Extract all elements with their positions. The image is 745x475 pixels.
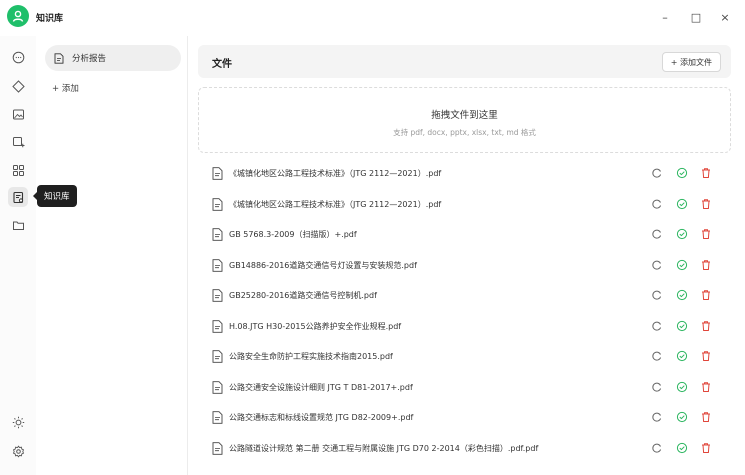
icon-rail — [0, 36, 36, 475]
file-row[interactable]: 公路安全生命防护工程实施技术指南2015.pdf — [198, 341, 731, 372]
refresh-icon[interactable] — [651, 442, 663, 454]
user-icon — [12, 10, 24, 22]
refresh-icon[interactable] — [651, 167, 663, 179]
knowledge-sidebar: 分析报告 + 添加 — [36, 36, 188, 475]
trash-icon[interactable] — [700, 259, 712, 271]
refresh-icon[interactable] — [651, 411, 663, 423]
file-name: 公路交通标志和标线设置规范 JTG D82-2009+.pdf — [229, 413, 414, 422]
kb-item-label: 分析报告 — [72, 54, 107, 64]
kb-item-analysis-report[interactable]: 分析报告 — [45, 45, 181, 71]
check-circle-icon[interactable] — [676, 350, 688, 362]
document-icon — [54, 52, 64, 64]
refresh-icon[interactable] — [651, 259, 663, 271]
file-icon — [212, 197, 223, 211]
file-icon — [212, 380, 223, 394]
dropzone-subtitle: 支持 pdf, docx, pptx, xlsx, txt, md 格式 — [393, 128, 536, 137]
image-icon[interactable] — [8, 104, 28, 124]
file-row[interactable]: 《城镇化地区公路工程技术标准》（JTG 2112—2021）.pdf — [198, 189, 731, 220]
check-circle-icon[interactable] — [676, 228, 688, 240]
app-logo — [7, 5, 29, 27]
file-icon — [212, 319, 223, 333]
trash-icon[interactable] — [700, 289, 712, 301]
file-name: 《城镇化地区公路工程技术标准》（JTG 2112—2021）.pdf — [229, 199, 442, 209]
file-name: H.08.JTG H30-2015公路养护安全作业规程.pdf — [229, 321, 402, 331]
maximize-button[interactable]: □ — [686, 8, 706, 26]
files-header: 文件 + 添加文件 — [198, 45, 731, 78]
file-icon — [212, 350, 223, 363]
refresh-icon[interactable] — [651, 350, 663, 362]
check-circle-icon[interactable] — [676, 381, 688, 393]
file-list: 《城镇化地区公路工程技术标准》（JTG 2112—2021）.pdf 《城镇化地区… — [198, 158, 731, 463]
sun-icon[interactable] — [8, 412, 28, 432]
check-circle-icon[interactable] — [676, 320, 688, 332]
file-row[interactable]: 公路交通标志和标线设置规范 JTG D82-2009+.pdf — [198, 402, 731, 433]
trash-icon[interactable] — [700, 228, 712, 240]
files-title: 文件 — [212, 59, 232, 70]
check-circle-icon[interactable] — [676, 411, 688, 423]
file-name: 《城镇化地区公路工程技术标准》（JTG 2112—2021）.pdf — [229, 169, 442, 178]
file-row[interactable]: 公路隧道设计规范 第二册 交通工程与附属设施 JTG D70 2-2014（彩色… — [198, 433, 731, 464]
close-button[interactable]: × — [715, 8, 735, 26]
check-circle-icon[interactable] — [676, 167, 688, 179]
file-row[interactable]: 《城镇化地区公路工程技术标准》（JTG 2112—2021）.pdf — [198, 158, 731, 189]
app-title: 知识库 — [36, 14, 64, 24]
file-name: 公路安全生命防护工程实施技术指南2015.pdf — [229, 352, 393, 361]
file-icon — [212, 411, 223, 424]
trash-icon[interactable] — [700, 320, 712, 332]
trash-icon[interactable] — [700, 442, 712, 454]
file-row[interactable]: H.08.JTG H30-2015公路养护安全作业规程.pdf — [198, 311, 731, 342]
trash-icon[interactable] — [700, 411, 712, 423]
add-file-button[interactable]: + 添加文件 — [661, 52, 721, 72]
file-icon — [212, 167, 223, 180]
refresh-icon[interactable] — [651, 198, 663, 210]
trash-icon[interactable] — [700, 350, 712, 362]
add-kb-button[interactable]: + 添加 — [52, 82, 79, 94]
dropzone-title: 拖拽文件到这里 — [431, 110, 498, 121]
file-icon — [212, 258, 223, 272]
trash-icon[interactable] — [700, 381, 712, 393]
check-circle-icon[interactable] — [676, 442, 688, 454]
title-bar: 知识库 – □ × — [0, 0, 745, 36]
file-icon — [212, 228, 223, 241]
trash-icon[interactable] — [700, 167, 712, 179]
sparkle-icon[interactable] — [8, 76, 28, 96]
file-name: 公路隧道设计规范 第二册 交通工程与附属设施 JTG D70 2-2014（彩色… — [229, 443, 539, 453]
check-circle-icon[interactable] — [676, 198, 688, 210]
file-name: 公路交通安全设施设计细则 JTG T D81-2017+.pdf — [229, 382, 413, 392]
minimize-button[interactable]: – — [655, 8, 675, 26]
file-row[interactable]: GB25280-2016道路交通信号控制机.pdf — [198, 280, 731, 311]
check-circle-icon[interactable] — [676, 289, 688, 301]
folder-icon[interactable] — [8, 215, 28, 235]
file-row[interactable]: 公路交通安全设施设计细则 JTG T D81-2017+.pdf — [198, 372, 731, 403]
refresh-icon[interactable] — [651, 289, 663, 301]
refresh-icon[interactable] — [651, 320, 663, 332]
refresh-icon[interactable] — [651, 381, 663, 393]
file-name: GB14886-2016道路交通信号灯设置与安装规范.pdf — [229, 260, 417, 270]
check-circle-icon[interactable] — [676, 259, 688, 271]
chat-icon[interactable] — [8, 47, 28, 67]
file-row[interactable]: GB14886-2016道路交通信号灯设置与安装规范.pdf — [198, 250, 731, 281]
file-name: GB25280-2016道路交通信号控制机.pdf — [229, 291, 377, 300]
file-icon — [212, 441, 223, 455]
file-row[interactable]: GB 5768.3-2009（扫描版）+.pdf — [198, 219, 731, 250]
file-name: GB 5768.3-2009（扫描版）+.pdf — [229, 230, 357, 239]
knowledge-base-icon[interactable] — [8, 187, 28, 207]
trash-icon[interactable] — [700, 198, 712, 210]
main-panel: 文件 + 添加文件 拖拽文件到这里 支持 pdf, docx, pptx, xl… — [188, 36, 745, 475]
file-dropzone[interactable]: 拖拽文件到这里 支持 pdf, docx, pptx, xlsx, txt, m… — [198, 87, 731, 153]
settings-icon[interactable] — [8, 441, 28, 461]
file-icon — [212, 289, 223, 302]
refresh-icon[interactable] — [651, 228, 663, 240]
apps-grid-icon[interactable] — [8, 160, 28, 180]
image-edit-icon[interactable] — [8, 132, 28, 152]
